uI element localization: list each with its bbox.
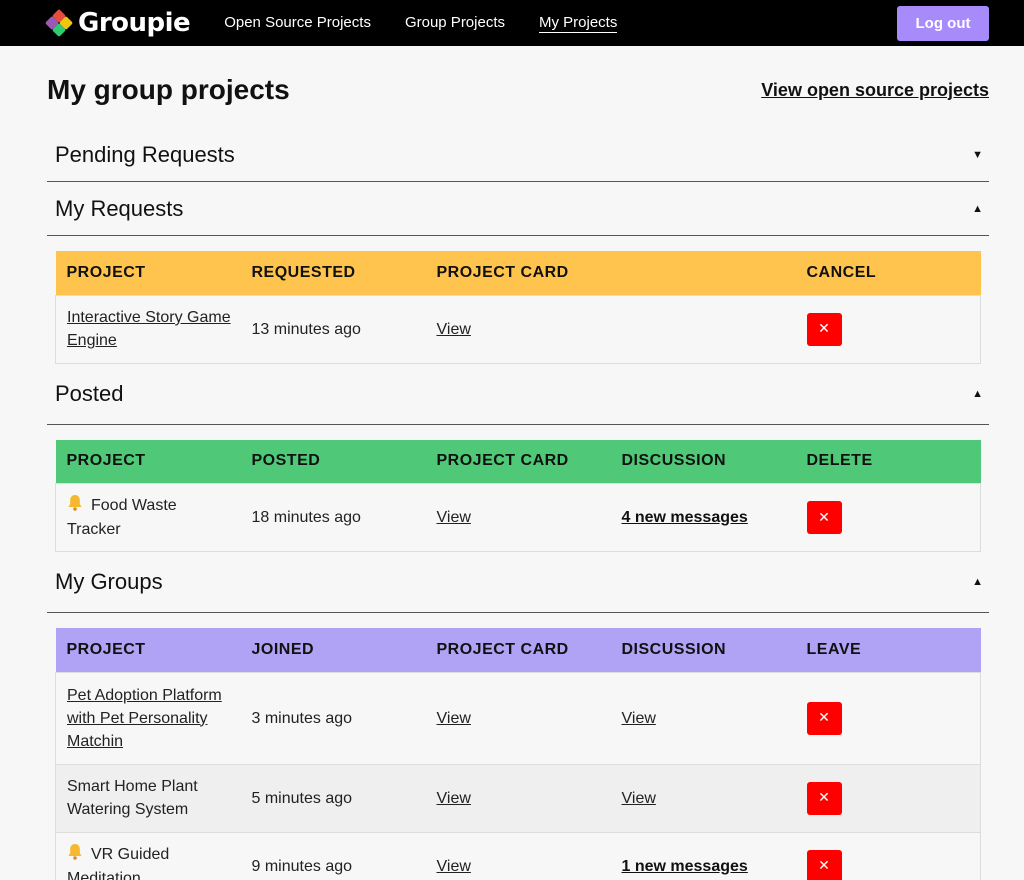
- column-header: DISCUSSION: [621, 640, 727, 658]
- requested-time: 13 minutes ago: [251, 320, 361, 338]
- x-icon: ✕: [818, 509, 830, 526]
- column-header: JOINED: [251, 640, 315, 658]
- section-posted[interactable]: Posted ▲: [47, 364, 989, 425]
- project-link[interactable]: Interactive Story Game Engine: [67, 309, 231, 349]
- column-header: PROJECT: [66, 640, 146, 658]
- project-card-link[interactable]: View: [437, 509, 471, 526]
- project-card-link[interactable]: View: [437, 321, 471, 338]
- delete-button[interactable]: ✕: [806, 501, 842, 534]
- column-header: DELETE: [806, 452, 873, 470]
- logo[interactable]: Groupie: [44, 8, 191, 38]
- column-header: PROJECT CARD: [436, 640, 569, 658]
- table-header: PROJECT POSTED PROJECT CARD DISCUSSION D…: [55, 439, 981, 484]
- joined-time: 9 minutes ago: [251, 857, 353, 875]
- column-header: PROJECT: [66, 263, 146, 281]
- table-row: Smart Home Plant Watering System 5 minut…: [55, 763, 981, 832]
- x-icon: ✕: [818, 858, 830, 874]
- discussion-link[interactable]: View: [622, 710, 656, 727]
- requests-table: PROJECT REQUESTED PROJECT CARD CANCEL In…: [55, 251, 981, 364]
- column-header: PROJECT CARD: [436, 452, 569, 470]
- table-header: PROJECT REQUESTED PROJECT CARD CANCEL: [55, 251, 981, 295]
- bell-icon: [67, 494, 85, 518]
- table-row: Food Waste Tracker 18 minutes ago View 4…: [55, 483, 981, 552]
- discussion-link[interactable]: View: [622, 790, 656, 807]
- joined-time: 5 minutes ago: [251, 789, 353, 807]
- project-card-link[interactable]: View: [437, 858, 471, 875]
- column-header: DISCUSSION: [621, 452, 727, 470]
- caret-up-icon: ▲: [972, 202, 983, 215]
- project-card-link[interactable]: View: [437, 710, 471, 727]
- column-header: PROJECT CARD: [436, 263, 569, 281]
- column-header: [611, 251, 796, 295]
- table-row: Interactive Story Game Engine 13 minutes…: [55, 294, 981, 364]
- app-name: Groupie: [78, 8, 191, 38]
- view-open-source-link[interactable]: View open source projects: [761, 80, 989, 101]
- project-name: Smart Home Plant Watering System: [67, 778, 198, 818]
- leave-button[interactable]: ✕: [806, 781, 842, 815]
- requests-table-wrap: PROJECT REQUESTED PROJECT CARD CANCEL In…: [47, 236, 989, 364]
- caret-up-icon: ▲: [972, 576, 983, 588]
- leave-button[interactable]: ✕: [806, 701, 842, 735]
- logout-button[interactable]: Log out: [897, 5, 989, 41]
- caret-down-icon: ▼: [972, 148, 983, 161]
- joined-time: 3 minutes ago: [251, 709, 353, 727]
- section-my-requests[interactable]: My Requests ▲: [47, 182, 989, 236]
- table-row: VR Guided Meditation 9 minutes ago View …: [55, 831, 981, 880]
- section-my-groups[interactable]: My Groups ▲: [47, 552, 989, 613]
- page-title: My group projects: [47, 74, 290, 105]
- section-title: My Groups: [55, 569, 163, 594]
- nav-my-projects[interactable]: My Projects: [539, 14, 618, 33]
- column-header: POSTED: [251, 452, 321, 470]
- column-header: LEAVE: [806, 640, 862, 658]
- top-nav: Groupie Open Source Projects Group Proje…: [0, 0, 1024, 46]
- groups-table: PROJECT JOINED PROJECT CARD DISCUSSION L…: [55, 628, 981, 880]
- column-header: CANCEL: [806, 263, 877, 281]
- column-header: PROJECT: [66, 452, 146, 470]
- section-pending-requests[interactable]: Pending Requests ▼: [47, 128, 989, 182]
- logo-icon: [44, 8, 74, 38]
- table-row: Pet Adoption Platform with Pet Personali…: [55, 671, 981, 764]
- section-title: Posted: [55, 380, 124, 406]
- discussion-link[interactable]: 4 new messages: [622, 509, 748, 526]
- nav-open-source-projects[interactable]: Open Source Projects: [224, 14, 371, 33]
- x-icon: ✕: [818, 321, 830, 337]
- cancel-button[interactable]: ✕: [806, 312, 842, 346]
- title-row: My group projects View open source proje…: [47, 46, 989, 128]
- leave-button[interactable]: ✕: [806, 849, 842, 880]
- bell-icon: [67, 843, 85, 867]
- nav-links: Open Source Projects Group Projects My P…: [224, 14, 618, 33]
- x-icon: ✕: [818, 790, 830, 806]
- caret-up-icon: ▲: [972, 387, 983, 400]
- x-icon: ✕: [818, 710, 830, 726]
- project-card-link[interactable]: View: [437, 790, 471, 807]
- posted-time: 18 minutes ago: [251, 509, 361, 526]
- section-title: My Requests: [55, 195, 184, 221]
- posted-table-wrap: PROJECT POSTED PROJECT CARD DISCUSSION D…: [47, 425, 989, 552]
- main-content: My group projects View open source proje…: [0, 46, 1024, 880]
- nav-group-projects[interactable]: Group Projects: [405, 14, 505, 33]
- column-header: REQUESTED: [251, 263, 356, 281]
- groups-table-wrap: PROJECT JOINED PROJECT CARD DISCUSSION L…: [47, 613, 989, 880]
- project-link[interactable]: Pet Adoption Platform with Pet Personali…: [67, 687, 222, 750]
- posted-table: PROJECT POSTED PROJECT CARD DISCUSSION D…: [55, 439, 981, 552]
- discussion-link[interactable]: 1 new messages: [622, 858, 748, 875]
- section-title: Pending Requests: [55, 141, 235, 167]
- table-header: PROJECT JOINED PROJECT CARD DISCUSSION L…: [55, 628, 981, 672]
